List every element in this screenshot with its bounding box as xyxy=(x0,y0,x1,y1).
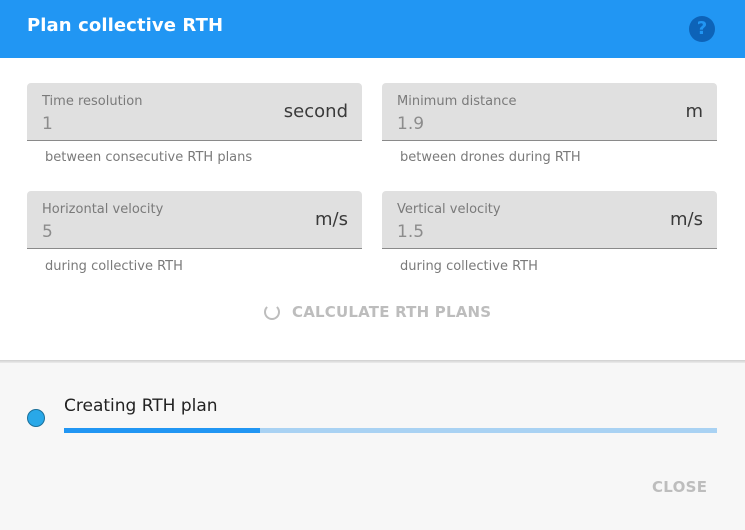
calculate-rth-plans-button[interactable]: CALCULATE RTH PLANS xyxy=(264,299,491,325)
minimum-distance-helper: between drones during RTH xyxy=(400,150,581,165)
help-icon[interactable]: ? xyxy=(689,16,715,42)
time-resolution-helper: between consecutive RTH plans xyxy=(45,150,253,165)
minimum-distance-value[interactable]: 1.9 xyxy=(397,114,424,134)
dialog-title: Plan collective RTH xyxy=(27,15,224,36)
horizontal-velocity-label: Horizontal velocity xyxy=(42,202,164,217)
time-resolution-label: Time resolution xyxy=(42,94,143,109)
progress-bar xyxy=(64,428,717,433)
horizontal-velocity-value[interactable]: 5 xyxy=(42,222,53,242)
calculate-rth-plans-label: CALCULATE RTH PLANS xyxy=(292,303,492,321)
progress-panel xyxy=(0,363,745,530)
time-resolution-value[interactable]: 1 xyxy=(42,114,53,134)
horizontal-velocity-helper: during collective RTH xyxy=(45,259,183,274)
vertical-velocity-label: Vertical velocity xyxy=(397,202,501,217)
minimum-distance-unit: m xyxy=(685,101,703,122)
progress-bar-fill xyxy=(64,428,260,433)
close-button[interactable]: CLOSE xyxy=(652,478,707,496)
dialog-header: Plan collective RTH ? xyxy=(0,0,745,58)
minimum-distance-label: Minimum distance xyxy=(397,94,517,109)
vertical-velocity-unit: m/s xyxy=(670,209,703,230)
time-resolution-unit: second xyxy=(283,101,348,122)
status-dot-icon xyxy=(27,409,45,427)
horizontal-velocity-field[interactable]: Horizontal velocity 5 m/s xyxy=(27,191,362,249)
vertical-velocity-helper: during collective RTH xyxy=(400,259,538,274)
vertical-velocity-value[interactable]: 1.5 xyxy=(397,222,424,242)
progress-status: Creating RTH plan xyxy=(64,396,218,416)
minimum-distance-field[interactable]: Minimum distance 1.9 m xyxy=(382,83,717,141)
time-resolution-field[interactable]: Time resolution 1 second xyxy=(27,83,362,141)
vertical-velocity-field[interactable]: Vertical velocity 1.5 m/s xyxy=(382,191,717,249)
spinner-icon xyxy=(264,304,280,320)
horizontal-velocity-unit: m/s xyxy=(315,209,348,230)
